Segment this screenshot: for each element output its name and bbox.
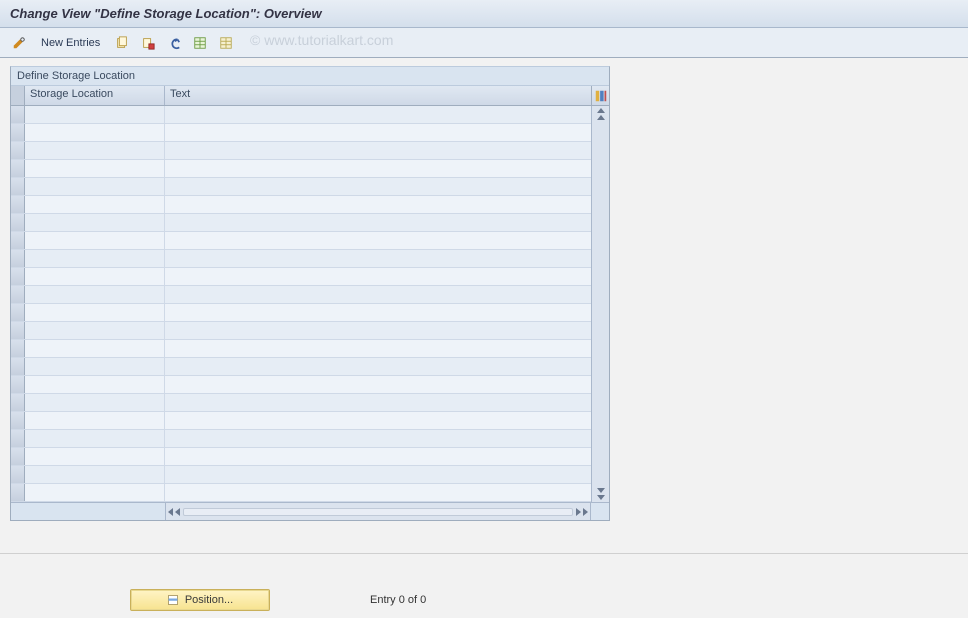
undo-button[interactable] xyxy=(163,33,185,53)
row-selector[interactable] xyxy=(11,286,25,303)
panel-title: Define Storage Location xyxy=(11,67,609,86)
table-row[interactable] xyxy=(11,196,591,214)
table-row[interactable] xyxy=(11,322,591,340)
table-row[interactable] xyxy=(11,232,591,250)
footer-area: Position... Entry 0 of 0 xyxy=(0,553,968,618)
row-selector[interactable] xyxy=(11,232,25,249)
table-row[interactable] xyxy=(11,484,591,502)
scroll-last-icon[interactable] xyxy=(583,508,588,516)
table-row[interactable] xyxy=(11,250,591,268)
table-header: Storage Location Text xyxy=(11,86,609,106)
row-selector[interactable] xyxy=(11,466,25,483)
row-selector[interactable] xyxy=(11,376,25,393)
table-row[interactable] xyxy=(11,106,591,124)
copy-button[interactable] xyxy=(111,33,133,53)
column-header-text[interactable]: Text xyxy=(165,86,591,105)
row-selector[interactable] xyxy=(11,412,25,429)
table-yellow-icon xyxy=(219,36,233,50)
column-header-storage-location[interactable]: Storage Location xyxy=(25,86,165,105)
new-entries-label: New Entries xyxy=(41,37,100,49)
table-row[interactable] xyxy=(11,466,591,484)
undo-icon xyxy=(167,36,181,50)
hscroll-track[interactable] xyxy=(183,508,573,516)
row-selector[interactable] xyxy=(11,304,25,321)
table-row[interactable] xyxy=(11,160,591,178)
table-row[interactable] xyxy=(11,178,591,196)
table-row[interactable] xyxy=(11,214,591,232)
row-selector[interactable] xyxy=(11,124,25,141)
table-row[interactable] xyxy=(11,448,591,466)
row-selector[interactable] xyxy=(11,448,25,465)
title-bar: Change View "Define Storage Location": O… xyxy=(0,0,968,28)
row-selector[interactable] xyxy=(11,484,25,501)
watermark-text: © www.tutorialkart.com xyxy=(250,32,393,48)
scroll-left-icon[interactable] xyxy=(175,508,180,516)
table-row[interactable] xyxy=(11,358,591,376)
new-entries-button[interactable]: New Entries xyxy=(34,33,107,53)
table-body-wrap xyxy=(11,106,609,502)
pencil-glasses-icon xyxy=(12,36,26,50)
display-change-toggle-button[interactable] xyxy=(8,33,30,53)
row-selector[interactable] xyxy=(11,340,25,357)
table-row[interactable] xyxy=(11,268,591,286)
row-selector[interactable] xyxy=(11,106,25,123)
row-selector[interactable] xyxy=(11,268,25,285)
table-panel: Define Storage Location Storage Location… xyxy=(10,66,610,521)
scroll-bottom-icon[interactable] xyxy=(597,495,605,500)
scroll-first-icon[interactable] xyxy=(168,508,173,516)
vertical-scrollbar[interactable] xyxy=(591,106,609,502)
row-selector[interactable] xyxy=(11,160,25,177)
table-row[interactable] xyxy=(11,340,591,358)
table-row[interactable] xyxy=(11,430,591,448)
table-row[interactable] xyxy=(11,412,591,430)
table-config-button[interactable] xyxy=(591,86,609,105)
horizontal-scroll-row xyxy=(11,502,609,520)
scroll-top-icon[interactable] xyxy=(597,108,605,113)
position-button[interactable]: Position... xyxy=(130,589,270,611)
table-body xyxy=(11,106,591,502)
row-selector[interactable] xyxy=(11,196,25,213)
position-icon xyxy=(167,594,179,606)
table-config-icon xyxy=(594,89,608,103)
row-selector[interactable] xyxy=(11,142,25,159)
row-selector[interactable] xyxy=(11,250,25,267)
row-selector[interactable] xyxy=(11,322,25,339)
scroll-up-icon[interactable] xyxy=(597,115,605,120)
table-row[interactable] xyxy=(11,142,591,160)
table-row[interactable] xyxy=(11,376,591,394)
scroll-down-icon[interactable] xyxy=(597,488,605,493)
copy-icon xyxy=(115,36,129,50)
delete-red-icon xyxy=(141,36,155,50)
deselect-all-button[interactable] xyxy=(215,33,237,53)
entry-status: Entry 0 of 0 xyxy=(370,594,426,606)
content-area: Define Storage Location Storage Location… xyxy=(0,58,968,553)
row-selector[interactable] xyxy=(11,358,25,375)
table-green-icon xyxy=(193,36,207,50)
table-row[interactable] xyxy=(11,304,591,322)
table-row[interactable] xyxy=(11,286,591,304)
table-row[interactable] xyxy=(11,394,591,412)
select-all-button[interactable] xyxy=(189,33,211,53)
header-selector-cell[interactable] xyxy=(11,86,25,105)
horizontal-scrollbar[interactable] xyxy=(165,503,591,520)
table-row[interactable] xyxy=(11,124,591,142)
toolbar: New Entries © www.tutorialkart.com xyxy=(0,28,968,58)
row-selector[interactable] xyxy=(11,178,25,195)
delete-button[interactable] xyxy=(137,33,159,53)
row-selector[interactable] xyxy=(11,394,25,411)
row-selector[interactable] xyxy=(11,430,25,447)
scroll-right-icon[interactable] xyxy=(576,508,581,516)
row-selector[interactable] xyxy=(11,214,25,231)
position-button-label: Position... xyxy=(185,594,233,606)
page-title: Change View "Define Storage Location": O… xyxy=(10,6,322,21)
